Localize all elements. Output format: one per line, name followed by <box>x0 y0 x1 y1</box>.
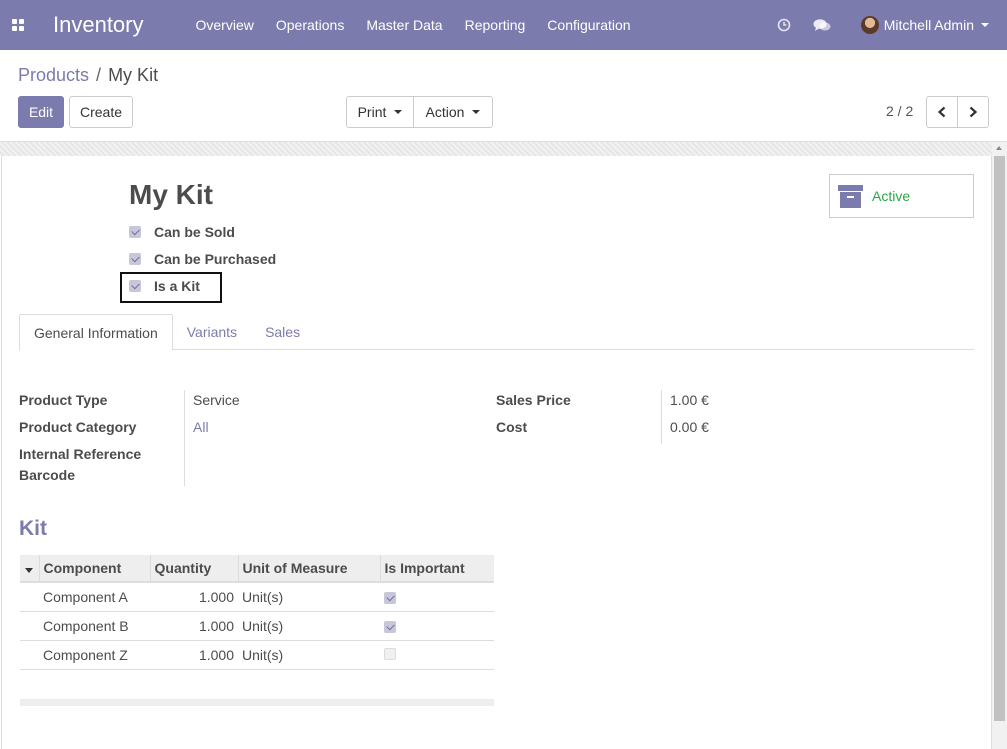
breadcrumb-separator: / <box>96 65 102 85</box>
cost-value[interactable]: 0.00 € <box>670 419 709 435</box>
is-important-checkbox[interactable] <box>384 647 396 660</box>
internal-reference-label: Internal Reference <box>19 446 142 462</box>
archive-icon <box>838 184 863 208</box>
table-row[interactable]: Component Z 1.000 Unit(s) <box>20 640 494 670</box>
kit-components-table: Component Quantity Unit of Measure Is Im… <box>20 555 494 670</box>
column-header-is-important[interactable]: Is Important <box>380 555 494 583</box>
notebook-tabs: General Information Variants Sales <box>19 314 974 351</box>
apps-grid-icon[interactable] <box>0 0 36 50</box>
pager-next-button[interactable] <box>957 96 989 128</box>
menu-reporting[interactable]: Reporting <box>465 17 526 33</box>
scrollbar-thumb[interactable] <box>994 156 1005 721</box>
row-spacer <box>20 611 39 641</box>
group-toggle-header[interactable] <box>20 555 40 583</box>
edit-button[interactable]: Edit <box>18 96 64 128</box>
caret-down-icon <box>394 110 403 114</box>
avatar <box>860 16 879 34</box>
component-cell[interactable]: Component B <box>39 611 150 641</box>
menu-master-data[interactable]: Master Data <box>366 17 442 33</box>
print-label: Print <box>357 104 387 120</box>
product-type-value[interactable]: Service <box>193 392 240 408</box>
menu-overview[interactable]: Overview <box>196 17 254 33</box>
active-toggle-button[interactable]: Active <box>829 174 974 218</box>
table-footer <box>20 699 494 706</box>
menu-configuration[interactable]: Configuration <box>547 17 630 33</box>
sales-price-label: Sales Price <box>496 392 571 408</box>
top-navbar: Inventory Overview Operations Master Dat… <box>0 0 1007 50</box>
chevron-down-icon <box>981 23 989 27</box>
uom-cell[interactable]: Unit(s) <box>238 611 380 641</box>
component-cell[interactable]: Component Z <box>39 640 150 670</box>
column-header-quantity[interactable]: Quantity <box>150 555 239 583</box>
field-divider <box>661 390 662 444</box>
clock-icon[interactable] <box>765 0 803 50</box>
is-important-cell[interactable] <box>380 582 494 612</box>
create-button[interactable]: Create <box>69 96 133 128</box>
breadcrumb-current: My Kit <box>108 65 159 85</box>
tab-sales[interactable]: Sales <box>251 314 314 350</box>
barcode-label: Barcode <box>19 467 76 483</box>
cost-label: Cost <box>496 419 528 435</box>
can-be-sold-label: Can be Sold <box>154 224 235 240</box>
breadcrumb: Products / My Kit <box>18 65 158 86</box>
pager-value[interactable]: 2 / 2 <box>886 103 913 119</box>
is-important-checkbox[interactable] <box>384 592 396 605</box>
chevron-left-icon <box>937 106 946 118</box>
menu-operations[interactable]: Operations <box>276 17 344 33</box>
active-label: Active <box>872 188 911 204</box>
print-dropdown[interactable]: Print <box>346 96 414 128</box>
pager-previous-button[interactable] <box>926 96 958 128</box>
tab-general-information[interactable]: General Information <box>19 314 173 351</box>
column-header-uom[interactable]: Unit of Measure <box>238 555 381 583</box>
component-cell[interactable]: Component A <box>39 582 150 612</box>
uom-cell[interactable]: Unit(s) <box>238 582 380 612</box>
user-menu[interactable]: Mitchell Admin <box>841 16 989 34</box>
focus-highlight <box>120 272 222 303</box>
scroll-up-icon[interactable] <box>996 146 1002 150</box>
action-label: Action <box>425 104 465 120</box>
sales-price-value[interactable]: 1.00 € <box>670 392 709 408</box>
field-divider <box>184 390 185 486</box>
can-be-sold-checkbox[interactable] <box>129 226 141 238</box>
control-panel-divider <box>0 141 1007 156</box>
chat-icon[interactable] <box>803 0 841 50</box>
user-name: Mitchell Admin <box>883 17 974 33</box>
product-name[interactable]: My Kit <box>129 179 213 211</box>
row-spacer <box>20 640 39 670</box>
product-category-value[interactable]: All <box>193 419 209 435</box>
quantity-cell[interactable]: 1.000 <box>150 611 238 641</box>
can-be-sold-field: Can be Sold <box>129 224 235 240</box>
app-title[interactable]: Inventory <box>53 12 144 38</box>
table-row[interactable]: Component A 1.000 Unit(s) <box>20 582 494 612</box>
can-be-purchased-field: Can be Purchased <box>129 251 276 267</box>
product-category-label: Product Category <box>19 419 137 435</box>
caret-down-icon <box>472 110 481 114</box>
product-type-label: Product Type <box>19 392 108 408</box>
quantity-cell[interactable]: 1.000 <box>150 582 238 612</box>
is-important-checkbox[interactable] <box>384 621 396 633</box>
can-be-purchased-label: Can be Purchased <box>154 251 277 267</box>
kit-section-title: Kit <box>19 517 47 540</box>
quantity-cell[interactable]: 1.000 <box>150 640 238 670</box>
breadcrumb-products[interactable]: Products <box>18 65 89 86</box>
is-important-cell[interactable] <box>380 611 494 641</box>
caret-down-icon <box>25 568 34 573</box>
is-important-cell[interactable] <box>380 640 494 670</box>
uom-cell[interactable]: Unit(s) <box>238 640 380 670</box>
tab-variants[interactable]: Variants <box>173 314 251 350</box>
can-be-purchased-checkbox[interactable] <box>129 253 141 265</box>
table-row[interactable]: Component B 1.000 Unit(s) <box>20 611 494 641</box>
action-dropdown[interactable]: Action <box>413 96 493 128</box>
chevron-right-icon <box>969 106 978 118</box>
column-header-component[interactable]: Component <box>39 555 151 583</box>
row-spacer <box>20 582 39 612</box>
vertical-scrollbar[interactable] <box>992 142 1007 749</box>
